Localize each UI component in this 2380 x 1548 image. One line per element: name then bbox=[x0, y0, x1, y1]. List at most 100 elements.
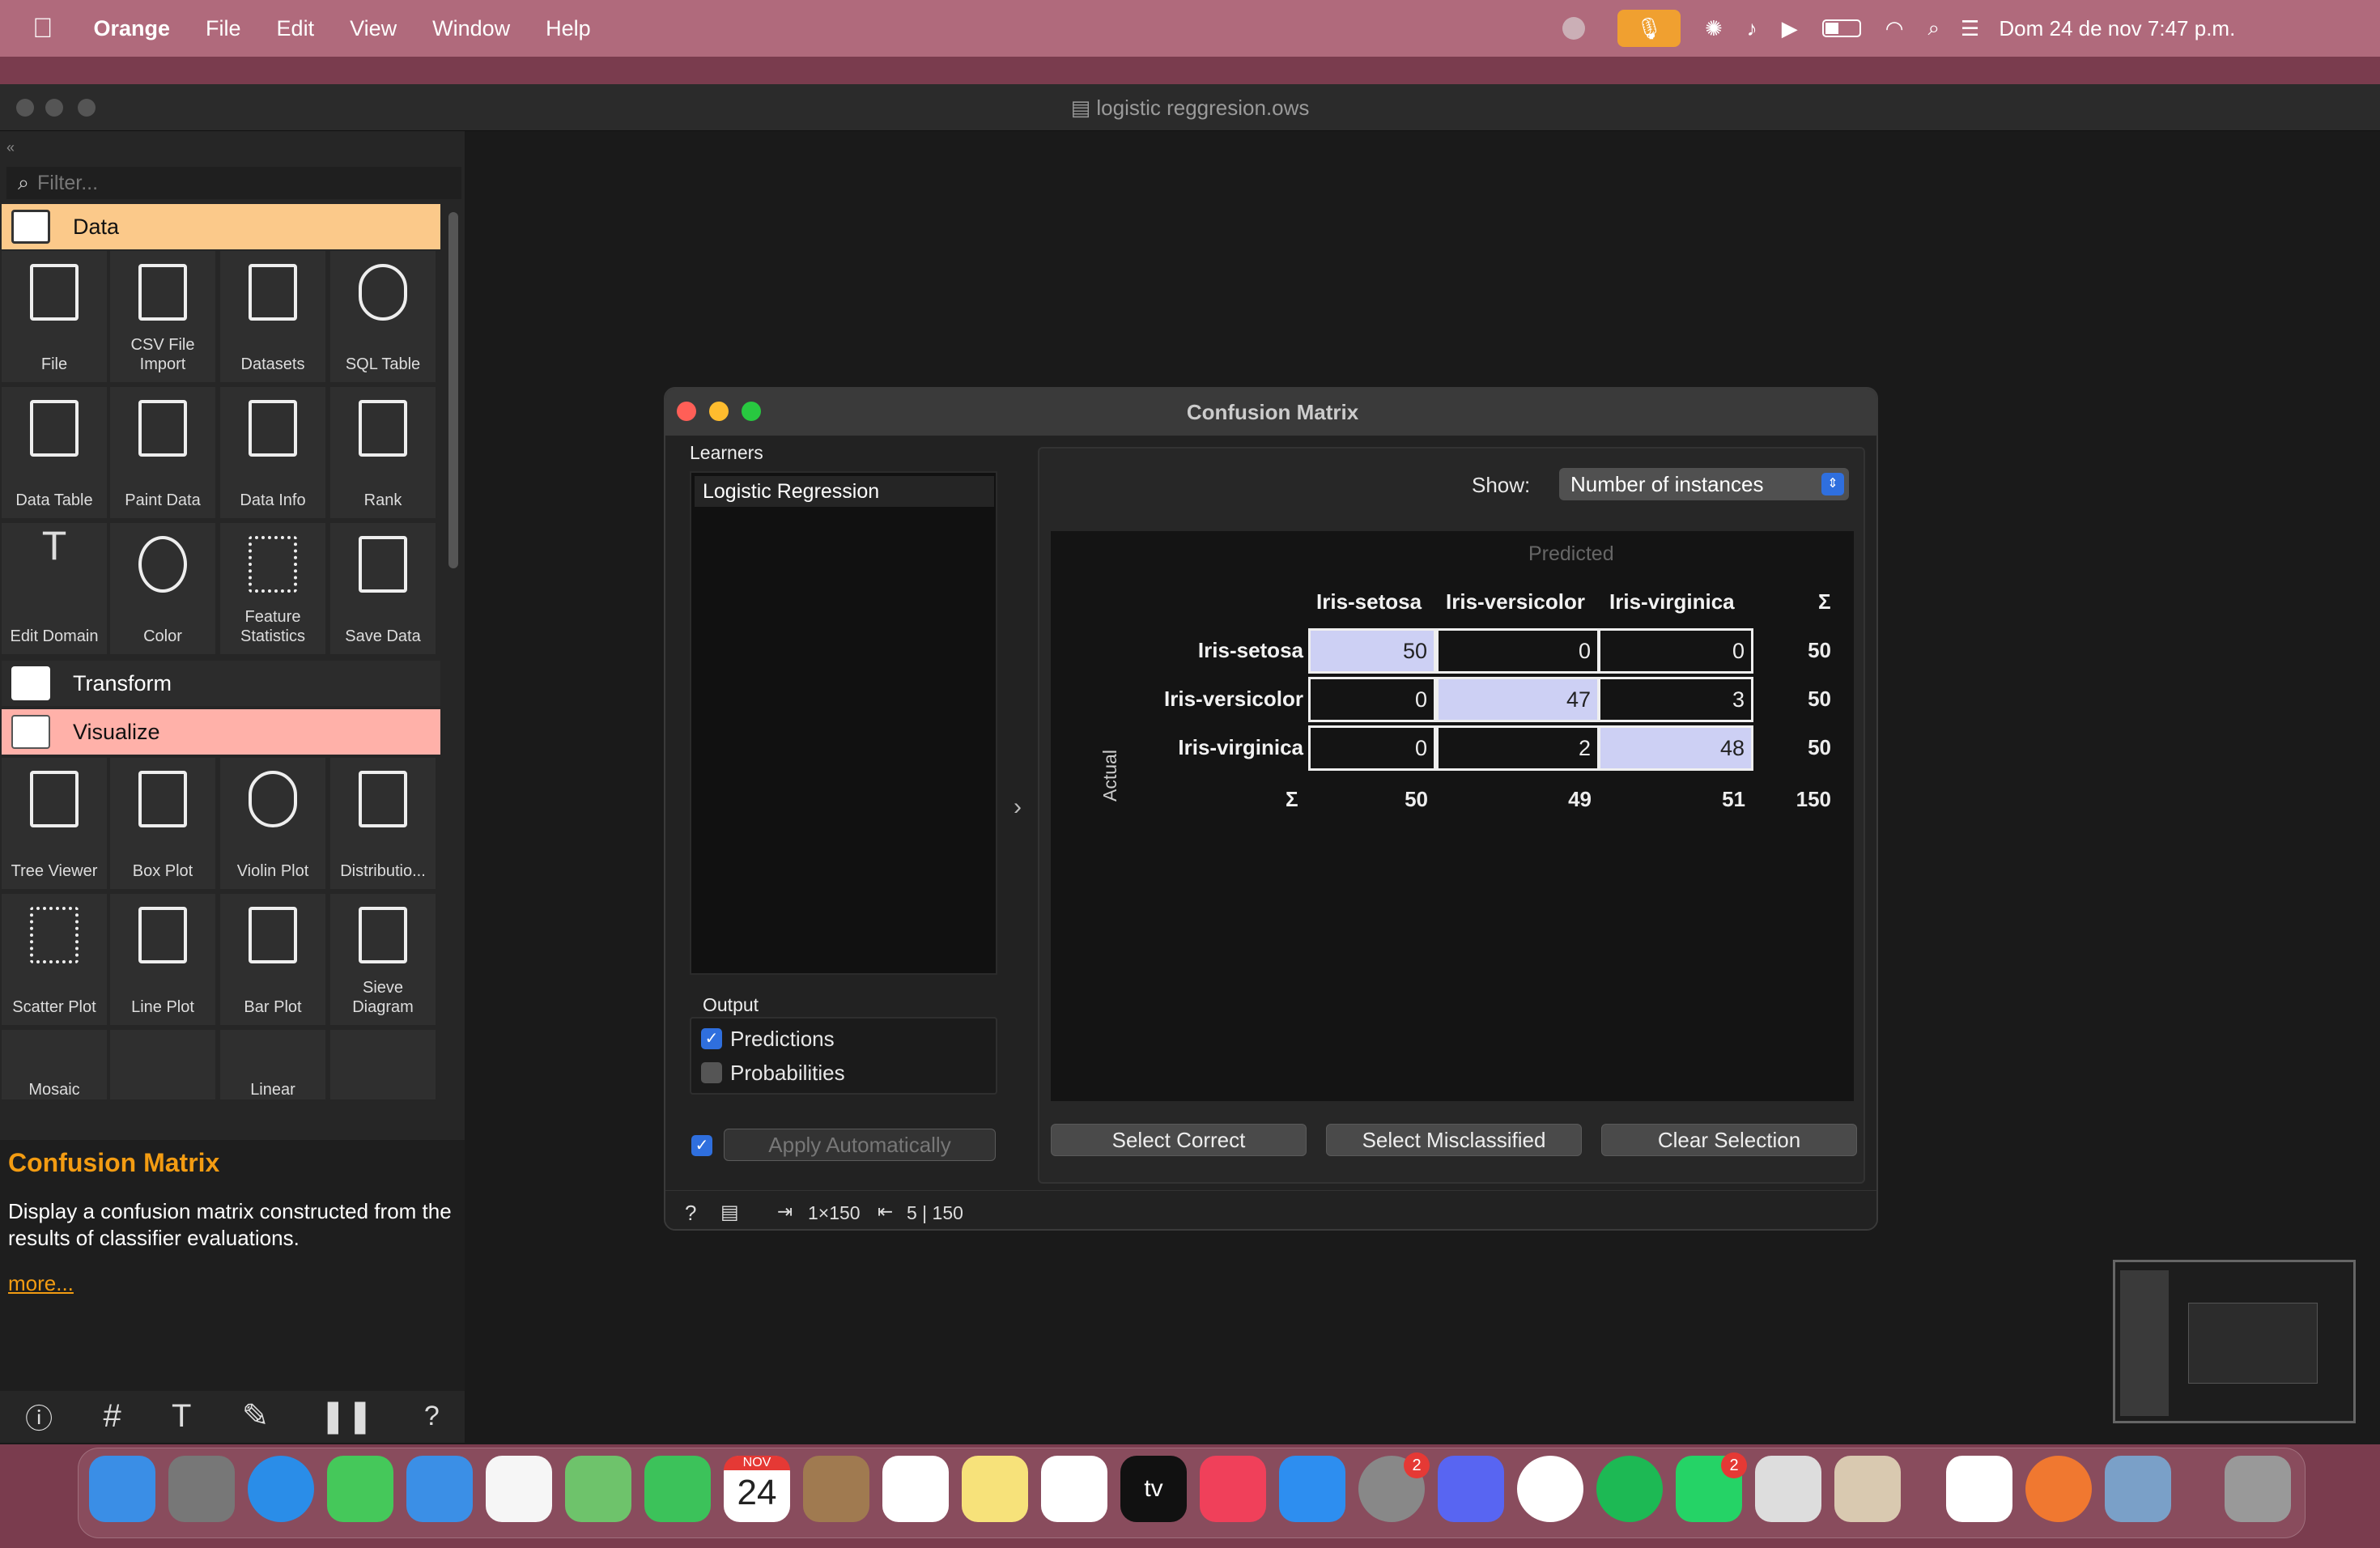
probabilities-checkbox[interactable] bbox=[701, 1062, 722, 1083]
widget-datasets[interactable]: Datasets bbox=[220, 251, 325, 382]
search-icon[interactable]: ⌕ bbox=[1927, 15, 1940, 41]
notes-icon[interactable] bbox=[962, 1456, 1028, 1522]
widget-csv-import[interactable]: CSV File Import bbox=[110, 251, 215, 382]
widget-sieve-diagram[interactable]: Sieve Diagram bbox=[330, 894, 436, 1025]
widget-file[interactable]: File bbox=[2, 251, 107, 382]
discord-icon[interactable] bbox=[1438, 1456, 1504, 1522]
roblox-icon[interactable] bbox=[1755, 1456, 1821, 1522]
widget-mosaic[interactable]: Mosaic bbox=[2, 1030, 107, 1099]
select-misclassified-button[interactable]: Select Misclassified bbox=[1326, 1124, 1582, 1156]
clock[interactable]: Dom 24 de nov 7:47 p.m. bbox=[1999, 16, 2235, 41]
chrome-icon[interactable] bbox=[1517, 1456, 1583, 1522]
matrix-cell[interactable]: 50 bbox=[1308, 628, 1436, 674]
control-center-icon[interactable]: ☰ bbox=[1961, 16, 1979, 41]
spotify-icon[interactable] bbox=[1596, 1456, 1663, 1522]
iphone-mirroring-icon[interactable] bbox=[1834, 1456, 1901, 1522]
menu-app-name[interactable]: Orange bbox=[94, 16, 171, 41]
maps-icon[interactable] bbox=[565, 1456, 631, 1522]
orange-app-icon[interactable] bbox=[2025, 1456, 2092, 1522]
help-icon[interactable]: ? bbox=[685, 1201, 696, 1226]
music-icon[interactable] bbox=[1200, 1456, 1266, 1522]
matrix-cell[interactable]: 3 bbox=[1598, 677, 1753, 722]
select-correct-button[interactable]: Select Correct bbox=[1051, 1124, 1307, 1156]
grid-icon[interactable]: # bbox=[103, 1398, 121, 1435]
reminders-icon[interactable] bbox=[882, 1456, 949, 1522]
matrix-cell[interactable]: 0 bbox=[1436, 628, 1600, 674]
widget-color[interactable]: Color bbox=[110, 523, 215, 654]
finder-icon[interactable] bbox=[89, 1456, 155, 1522]
wifi-icon[interactable]: ◠ bbox=[1885, 16, 1904, 41]
filter-input[interactable]: ⌕ Filter... bbox=[6, 167, 461, 199]
widget-paint-data[interactable]: Paint Data bbox=[110, 387, 215, 518]
menu-help[interactable]: Help bbox=[546, 16, 591, 41]
freeform-icon[interactable] bbox=[1041, 1456, 1107, 1522]
safari-icon[interactable] bbox=[248, 1456, 314, 1522]
collapse-icon[interactable]: « bbox=[6, 139, 15, 156]
pen-icon[interactable]: ✎ bbox=[242, 1397, 270, 1435]
menu-view[interactable]: View bbox=[350, 16, 397, 41]
widget-data-table[interactable]: Data Table bbox=[2, 387, 107, 518]
app-store-icon[interactable] bbox=[1279, 1456, 1345, 1522]
apple-tv-icon[interactable]: tv bbox=[1120, 1456, 1187, 1522]
play-icon[interactable]: ▶ bbox=[1782, 16, 1798, 41]
chevron-right-icon[interactable]: › bbox=[1014, 793, 1022, 821]
widget-bar-plot[interactable]: Bar Plot bbox=[220, 894, 325, 1025]
widget-sql-table[interactable]: SQL Table bbox=[330, 251, 436, 382]
widget-data-info[interactable]: Data Info bbox=[220, 387, 325, 518]
pause-icon[interactable]: ❚❚ bbox=[320, 1397, 374, 1435]
widget-tree-viewer[interactable]: Tree Viewer bbox=[2, 758, 107, 889]
contacts-icon[interactable] bbox=[803, 1456, 869, 1522]
widget-linear-projection[interactable]: Linear bbox=[220, 1030, 325, 1099]
window-thumbnail[interactable] bbox=[2113, 1260, 2356, 1423]
widget-save-data[interactable]: Save Data bbox=[330, 523, 436, 654]
matrix-cell[interactable]: 2 bbox=[1436, 725, 1600, 771]
trash-icon[interactable] bbox=[2225, 1456, 2291, 1522]
category-data[interactable]: Data bbox=[2, 204, 440, 249]
widget-radviz[interactable] bbox=[330, 1030, 436, 1099]
widget-distributions[interactable]: Distributio... bbox=[330, 758, 436, 889]
list-item[interactable]: Logistic Regression bbox=[695, 476, 994, 507]
calendar-icon[interactable]: NOV 24 bbox=[724, 1456, 790, 1522]
more-link[interactable]: more... bbox=[8, 1271, 74, 1296]
widget-freeviz[interactable] bbox=[110, 1030, 215, 1099]
widget-edit-domain[interactable]: T Edit Domain bbox=[2, 523, 107, 654]
preview-icon[interactable] bbox=[2105, 1456, 2171, 1522]
category-transform[interactable]: Transform bbox=[2, 661, 440, 706]
clear-selection-button[interactable]: Clear Selection bbox=[1601, 1124, 1857, 1156]
facetime-icon[interactable] bbox=[644, 1456, 711, 1522]
chatgpt-app-icon[interactable] bbox=[1946, 1456, 2012, 1522]
menu-window[interactable]: Window bbox=[432, 16, 510, 41]
widget-line-plot[interactable]: Line Plot bbox=[110, 894, 215, 1025]
widget-box-plot[interactable]: Box Plot bbox=[110, 758, 215, 889]
widget-scatter-plot[interactable]: Scatter Plot bbox=[2, 894, 107, 1025]
apple-icon[interactable]:  bbox=[32, 13, 53, 45]
info-icon[interactable]: ⓘ bbox=[25, 1397, 53, 1436]
record-dot-icon[interactable] bbox=[1562, 17, 1585, 40]
matrix-cell[interactable]: 48 bbox=[1598, 725, 1753, 771]
microphone-icon[interactable]: 🎙 bbox=[1617, 10, 1681, 47]
report-icon[interactable]: ▤ bbox=[720, 1201, 739, 1224]
menu-file[interactable]: File bbox=[206, 16, 241, 41]
photos-icon[interactable] bbox=[486, 1456, 552, 1522]
apply-button[interactable]: Apply Automatically bbox=[724, 1129, 996, 1161]
airpods-icon[interactable]: ♪ bbox=[1747, 16, 1757, 41]
mail-icon[interactable] bbox=[406, 1456, 473, 1522]
predictions-checkbox[interactable]: ✓ bbox=[701, 1028, 722, 1049]
widget-violin-plot[interactable]: Violin Plot bbox=[220, 758, 325, 889]
launchpad-icon[interactable] bbox=[168, 1456, 235, 1522]
widget-feature-statistics[interactable]: Feature Statistics bbox=[220, 523, 325, 654]
text-icon[interactable]: T bbox=[172, 1398, 191, 1435]
menu-edit[interactable]: Edit bbox=[277, 16, 315, 41]
matrix-cell[interactable]: 0 bbox=[1598, 628, 1753, 674]
sidebar-scrollbar[interactable] bbox=[448, 212, 458, 568]
help-icon[interactable]: ? bbox=[424, 1401, 440, 1432]
learners-list[interactable]: Logistic Regression bbox=[690, 471, 997, 975]
category-visualize[interactable]: Visualize bbox=[2, 709, 440, 755]
apply-automatically-checkbox[interactable]: ✓ bbox=[691, 1135, 712, 1156]
matrix-cell[interactable]: 0 bbox=[1308, 677, 1436, 722]
matrix-cell[interactable]: 0 bbox=[1308, 725, 1436, 771]
show-select[interactable]: Number of instances ⇕ bbox=[1559, 468, 1849, 500]
battery-icon[interactable] bbox=[1821, 19, 1861, 37]
chatgpt-icon[interactable]: ✺ bbox=[1705, 16, 1723, 41]
matrix-cell[interactable]: 47 bbox=[1436, 677, 1600, 722]
